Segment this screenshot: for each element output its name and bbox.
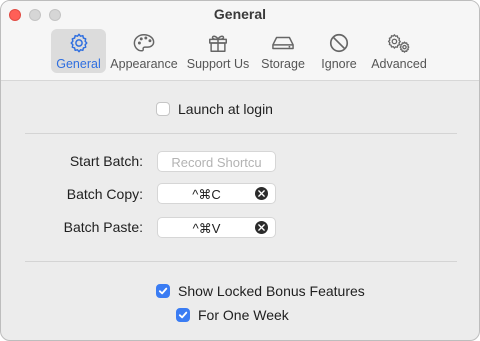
shortcut-value: ^⌘V xyxy=(192,221,221,236)
shortcut-placeholder: Record Shortcu xyxy=(171,155,262,170)
start-batch-label: Start Batch: xyxy=(69,153,143,169)
batch-paste-label: Batch Paste: xyxy=(63,219,143,235)
for-one-week-checkbox[interactable] xyxy=(176,308,190,322)
start-batch-shortcut-recorder[interactable]: Record Shortcu xyxy=(157,151,276,172)
preferences-window: General General Appearance Support Us St… xyxy=(0,0,480,341)
show-locked-bonus-checkbox[interactable] xyxy=(156,284,170,298)
checkmark-icon xyxy=(158,287,168,295)
tab-general[interactable]: General xyxy=(51,29,106,73)
palette-icon xyxy=(133,34,155,52)
tab-label: Appearance xyxy=(110,57,178,71)
tab-support-us[interactable]: Support Us xyxy=(185,29,251,73)
prohibited-icon xyxy=(329,33,349,53)
launch-at-login-row[interactable]: Launch at login xyxy=(156,101,273,117)
tab-advanced[interactable]: Advanced xyxy=(369,29,429,73)
batch-paste-shortcut-recorder[interactable]: ^⌘V xyxy=(157,217,276,238)
checkmark-icon xyxy=(178,311,188,319)
gear-icon xyxy=(69,33,88,53)
batch-copy-shortcut-recorder[interactable]: ^⌘C xyxy=(157,183,276,204)
tab-label: Storage xyxy=(261,57,305,71)
tab-ignore[interactable]: Ignore xyxy=(317,29,361,73)
clear-shortcut-button[interactable] xyxy=(255,221,268,234)
window-title: General xyxy=(213,6,267,22)
general-pane: Launch at login Start Batch: Record Shor… xyxy=(1,81,479,340)
tab-label: General xyxy=(56,57,101,71)
tab-label: Support Us xyxy=(186,57,250,71)
drive-icon xyxy=(272,36,294,50)
gears-icon xyxy=(387,34,410,53)
show-locked-bonus-row[interactable]: Show Locked Bonus Features xyxy=(156,283,365,299)
preferences-toolbar: General Appearance Support Us Storage Ig… xyxy=(1,29,479,75)
launch-at-login-label: Launch at login xyxy=(178,101,273,117)
for-one-week-label: For One Week xyxy=(198,307,289,323)
close-icon xyxy=(258,224,265,231)
show-locked-bonus-label: Show Locked Bonus Features xyxy=(178,283,365,299)
launch-at-login-checkbox[interactable] xyxy=(156,102,170,116)
tab-label: Advanced xyxy=(371,57,427,71)
title-bar: General General Appearance Support Us St… xyxy=(1,1,479,81)
for-one-week-row[interactable]: For One Week xyxy=(176,307,289,323)
clear-shortcut-button[interactable] xyxy=(255,187,268,200)
gift-icon xyxy=(209,35,227,52)
tab-storage[interactable]: Storage xyxy=(257,29,309,73)
tab-appearance[interactable]: Appearance xyxy=(110,29,178,73)
section-divider xyxy=(25,133,457,134)
tab-label: Ignore xyxy=(321,57,357,71)
shortcut-value: ^⌘C xyxy=(192,187,221,202)
section-divider xyxy=(25,261,457,262)
close-icon xyxy=(258,190,265,197)
batch-copy-label: Batch Copy: xyxy=(66,186,143,202)
